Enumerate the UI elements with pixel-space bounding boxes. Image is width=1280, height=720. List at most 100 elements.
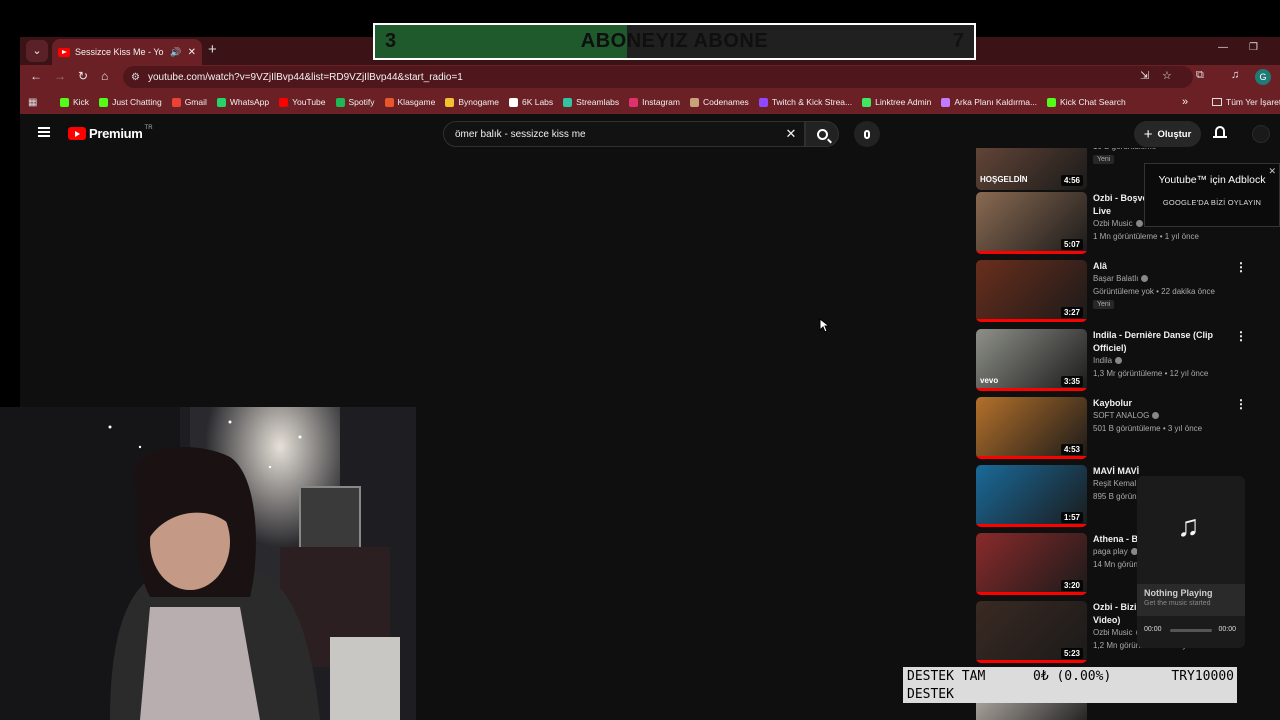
- video-thumbnail[interactable]: 5:07: [976, 192, 1087, 254]
- video-thumbnail[interactable]: 1:57: [976, 465, 1087, 527]
- all-bookmarks-folder[interactable]: Tüm Yer İşaret: [1212, 97, 1280, 107]
- channel-name[interactable]: SOFT ANALOG: [1093, 411, 1149, 420]
- channel-row: Indila: [1093, 356, 1123, 365]
- bookmark-label: Bynogame: [458, 97, 499, 107]
- more-options-icon[interactable]: ⋮: [1235, 398, 1247, 410]
- close-tab-icon[interactable]: ✕: [188, 47, 196, 58]
- extensions-icon[interactable]: ⧉: [1196, 69, 1204, 82]
- new-tab-plus-icon[interactable]: +: [208, 41, 217, 58]
- bookmark-item[interactable]: Just Chatting: [99, 97, 162, 107]
- watched-progress-bar: [976, 251, 1087, 254]
- bookmark-item[interactable]: Twitch & Kick Strea...: [758, 97, 852, 107]
- verified-check-icon: [1141, 275, 1149, 282]
- voice-search-button[interactable]: [854, 121, 880, 147]
- menu-hamburger-icon[interactable]: [38, 127, 50, 137]
- notifications-bell-icon[interactable]: [1213, 126, 1227, 140]
- bookmark-favicon-icon: [629, 97, 639, 107]
- bookmark-item[interactable]: Kick: [60, 97, 89, 107]
- mouse-cursor-icon: [819, 318, 829, 333]
- channel-row: SOFT ANALOG: [1093, 411, 1160, 420]
- search-button[interactable]: [805, 121, 839, 147]
- thumbnail-text: vevo: [980, 376, 999, 385]
- apps-grid-icon[interactable]: ▦: [28, 97, 42, 108]
- close-popup-icon[interactable]: ✕: [1268, 166, 1276, 177]
- video-thumbnail[interactable]: 3:20: [976, 533, 1087, 595]
- video-thumbnail[interactable]: vevo 3:35: [976, 329, 1087, 391]
- video-meta: Görüntüleme yok • 22 dakika önce: [1093, 287, 1215, 296]
- video-thumbnail[interactable]: 4:53: [976, 397, 1087, 459]
- bookmark-item[interactable]: 6K Labs: [508, 97, 554, 107]
- home-icon[interactable]: ⌂: [101, 69, 108, 83]
- channel-name[interactable]: paga play: [1093, 547, 1128, 556]
- bookmark-favicon-icon: [1047, 97, 1057, 107]
- goal-target: 7: [952, 30, 964, 52]
- bookmark-item[interactable]: WhatsApp: [216, 97, 270, 107]
- bookmark-item[interactable]: Klasgame: [384, 97, 435, 107]
- media-control-icon[interactable]: ♫: [1231, 69, 1239, 81]
- adblock-vote-link[interactable]: GOOGLE'DA BİZİ OYLAYIN: [1145, 198, 1279, 207]
- channel-row: Ozbi Music: [1093, 628, 1143, 637]
- bookmark-label: Spotify: [348, 97, 375, 107]
- video-thumbnail[interactable]: HOŞGELDİN 4:56: [976, 148, 1087, 190]
- bookmark-star-icon[interactable]: ☆: [1162, 69, 1172, 82]
- bookmark-favicon-icon: [445, 97, 455, 107]
- video-title[interactable]: Indila - Dernière Danse (Clip Officiel): [1093, 329, 1223, 355]
- browser-tab-active[interactable]: Sessizce Kiss Me - YouTube 🔊 ✕: [52, 39, 202, 65]
- bookmark-item[interactable]: Codenames: [689, 97, 749, 107]
- bookmark-item[interactable]: YouTube: [279, 97, 326, 107]
- reload-icon[interactable]: ↻: [78, 69, 88, 83]
- bookmark-label: 6K Labs: [521, 97, 554, 107]
- install-app-icon[interactable]: ⇲: [1140, 69, 1149, 82]
- create-button[interactable]: + Oluştur: [1134, 121, 1201, 147]
- bookmark-item[interactable]: Kick Chat Search: [1047, 97, 1126, 107]
- recommendation-item[interactable]: 3:27 Alâ Başar Balatlı Görüntüleme yok • 22…: [976, 260, 1256, 322]
- more-options-icon[interactable]: ⋮: [1235, 330, 1247, 342]
- bookmark-item[interactable]: Bynogame: [445, 97, 499, 107]
- channel-name[interactable]: Başar Balatlı: [1093, 274, 1138, 283]
- youtube-premium-logo[interactable]: Premium TR: [68, 125, 153, 141]
- site-info-icon[interactable]: ⚙: [131, 72, 140, 83]
- account-avatar[interactable]: [1252, 125, 1270, 143]
- video-title[interactable]: Kaybolur: [1093, 397, 1223, 410]
- bookmark-item[interactable]: Spotify: [335, 97, 375, 107]
- more-bookmarks-chevron-icon[interactable]: »: [1182, 96, 1188, 108]
- tab-search-chevron-icon[interactable]: ⌄: [26, 40, 48, 62]
- bookmark-label: Arka Planı Kaldırma...: [954, 97, 1038, 107]
- video-thumbnail[interactable]: 5:23: [976, 601, 1087, 663]
- address-bar[interactable]: ⚙ youtube.com/watch?v=9VZjIlBvp44&list=R…: [123, 66, 1193, 88]
- bookmark-item[interactable]: Linktree Admin: [862, 97, 931, 107]
- bookmark-item[interactable]: Arka Planı Kaldırma...: [941, 97, 1037, 107]
- bookmark-item[interactable]: Gmail: [171, 97, 207, 107]
- adblock-popup[interactable]: Youtube™ için Adblock GOOGLE'DA BİZİ OYL…: [1144, 163, 1280, 227]
- more-options-icon[interactable]: ⋮: [1235, 261, 1247, 273]
- search-input[interactable]: ömer balık - sessizce kiss me ✕: [443, 121, 805, 147]
- maximize-icon[interactable]: ❐: [1249, 42, 1258, 53]
- bookmark-favicon-icon: [99, 97, 109, 107]
- clear-search-icon[interactable]: ✕: [778, 126, 804, 142]
- music-progress-bar[interactable]: [1170, 629, 1212, 632]
- channel-row: paga play: [1093, 547, 1138, 556]
- video-thumbnail[interactable]: 3:27: [976, 260, 1087, 322]
- search-query: ömer balık - sessizce kiss me: [455, 128, 586, 140]
- recommendation-item[interactable]: 4:53 Kaybolur SOFT ANALOG 501 B görüntüleme…: [976, 397, 1256, 459]
- bookmark-label: WhatsApp: [229, 97, 270, 107]
- video-meta: 1 Mn görüntüleme • 1 yıl önce: [1093, 232, 1199, 241]
- video-meta: 10 B görüntüleme: [1093, 148, 1156, 151]
- audio-speaker-icon[interactable]: 🔊: [170, 47, 181, 58]
- minimize-icon[interactable]: —: [1218, 42, 1228, 53]
- bookmark-item[interactable]: Streamlabs: [563, 97, 619, 107]
- video-meta: 501 B görüntüleme • 3 yıl önce: [1093, 424, 1203, 433]
- bookmark-item[interactable]: Instagram: [629, 97, 680, 107]
- channel-name[interactable]: Ozbi Music: [1093, 628, 1133, 637]
- channel-name[interactable]: Indila: [1093, 356, 1112, 365]
- profile-avatar[interactable]: G: [1255, 69, 1271, 85]
- channel-name[interactable]: Ozbi Music: [1093, 219, 1133, 228]
- webcam-image: [0, 407, 416, 720]
- watched-progress-bar: [976, 592, 1087, 595]
- back-arrow-icon[interactable]: ←: [30, 69, 42, 83]
- forward-arrow-icon[interactable]: →: [54, 69, 66, 83]
- video-title[interactable]: Alâ: [1093, 260, 1223, 273]
- recommendation-item[interactable]: vevo 3:35 Indila - Dernière Danse (Clip Of…: [976, 329, 1256, 391]
- video-duration: 4:56: [1060, 175, 1083, 186]
- channel-name[interactable]: Reşit Kemal: [1093, 479, 1136, 488]
